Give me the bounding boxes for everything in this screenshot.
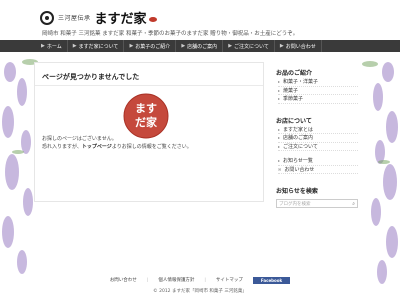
sidebar-item-label: お知らせ一覧 [283, 158, 313, 165]
bullet-icon: ▸ [278, 158, 281, 164]
instruction-prefix: 恐れ入りますが、 [42, 144, 82, 150]
sidebar-item-yakigashi[interactable]: ▸ 焼菓子 [278, 87, 358, 95]
nav-item-orders[interactable]: ▶ ご注文について [223, 40, 275, 52]
main-content: ページが見つかりませんでした ます だ家 お探しのページはございません。 恐れ入… [34, 62, 264, 202]
top-page-link[interactable]: トップページ [82, 144, 112, 150]
bullet-icon: ▸ [278, 135, 281, 141]
family-crest-icon [40, 10, 54, 25]
arrow-icon: ▶ [41, 43, 45, 49]
sidebar-item-label: お問い合わせ [284, 166, 315, 173]
sidebar-item-news[interactable]: ▸ お知らせ一覧 [278, 157, 358, 166]
sidebar-item-label: 店舗のご案内 [283, 135, 314, 142]
site-header: 三河屋伝承 ますだ家 岡崎市 和菓子 三河銘菓 ますだ家 和菓子・季節のお菓子の… [0, 0, 400, 40]
facebook-button[interactable]: Facebook [252, 276, 291, 284]
arrow-icon: ▶ [228, 43, 233, 49]
bullet-icon: ▸ [278, 87, 281, 93]
site-logo[interactable]: 三河屋伝承 ますだ家 [40, 8, 157, 27]
search-icon[interactable]: ⌕ [352, 201, 355, 207]
title-divider [35, 85, 263, 86]
nav-item-label: お菓子のご紹介 [135, 43, 171, 50]
nav-item-home[interactable]: ▶ ホーム [36, 40, 68, 52]
logo-subtitle: 三河屋伝承 [58, 15, 91, 22]
sidebar-item-contact[interactable]: ✉ お問い合わせ [278, 166, 358, 174]
nav-item-label: お問い合わせ [285, 43, 316, 50]
sidebar-item-label: 和菓子・洋菓子 [283, 79, 319, 86]
bullet-icon: ▸ [278, 143, 281, 149]
nav-item-products[interactable]: ▶ お菓子のご紹介 [124, 40, 177, 52]
nav-item-stores[interactable]: ▶ 店舗のご案内 [176, 40, 224, 52]
nav-item-label: ホーム [46, 43, 62, 50]
sidebar-item-label: ご注文について [283, 143, 318, 150]
nav-item-label: 店舗のご案内 [187, 43, 218, 50]
sidebar-store-heading: お店について [276, 117, 312, 125]
nav-item-label: ご注文について [234, 43, 269, 50]
sidebar-item-label: 焼菓子 [283, 87, 299, 94]
svg-text:だ家: だ家 [135, 115, 158, 129]
sidebar-item-orders[interactable]: ▸ ご注文について [278, 143, 358, 151]
sidebar-item-stores[interactable]: ▸ 店舗のご案内 [278, 134, 358, 143]
arrow-icon: ▶ [129, 43, 134, 49]
search-placeholder: ブログ内を検索 [279, 201, 311, 207]
footer-separator: | [146, 277, 149, 283]
arrow-icon: ▶ [181, 43, 186, 49]
sidebar-item-label: 季節菓子 [283, 96, 304, 103]
nav-item-about[interactable]: ▶ ますだ家について [68, 40, 125, 52]
footer-link-privacy[interactable]: 個人情報保護方針 [158, 277, 194, 283]
logo-red-mark-icon [148, 17, 157, 22]
svg-text:ます: ます [135, 102, 157, 115]
bullet-icon: ▸ [278, 126, 281, 132]
copyright-text: © 2012 ますだ家「岡崎市 和菓子 三河銘菓」 [153, 289, 247, 294]
page-title: ページが見つかりませんでした [42, 73, 140, 81]
masudaya-stamp-logo: ます だ家 [123, 93, 169, 139]
blog-search-input[interactable]: ブログ内を検索 ⌕ [276, 199, 358, 208]
sidebar-misc-list: ▸ お知らせ一覧 ✉ お問い合わせ [278, 157, 362, 174]
footer-link-contact[interactable]: お問い合わせ [110, 277, 137, 283]
logo-title: ますだ家 [94, 12, 147, 27]
sidebar-item-about[interactable]: ▸ ますだ家とは [278, 126, 358, 134]
footer-links: お問い合わせ | 個人情報保護方針 | サイトマップ Facebook [0, 276, 400, 284]
main-nav: ▶ ホーム ▶ ますだ家について ▶ お菓子のご紹介 ▶ 店舗のご案内 ▶ ご注… [0, 40, 400, 52]
instruction-suffix: よりお探しの情報をご覧ください。 [111, 144, 192, 150]
sidebar-item-wagashi[interactable]: ▸ 和菓子・洋菓子 [278, 78, 358, 87]
bullet-icon: ▸ [278, 96, 281, 102]
sidebar-products-list: ▸ 和菓子・洋菓子 ▸ 焼菓子 ▸ 季節菓子 [278, 78, 362, 104]
nav-item-contact[interactable]: ▶ お問い合わせ [275, 40, 322, 52]
facebook-label: Facebook [260, 277, 283, 283]
arrow-icon: ▶ [72, 43, 77, 49]
not-found-message: お探しのページはございません。 [42, 136, 117, 142]
footer-separator: | [204, 277, 206, 283]
sidebar-search-heading: お知らせを検索 [276, 188, 318, 195]
sidebar-products-heading: お品のご紹介 [276, 70, 313, 77]
site-tagline: 岡崎市 和菓子 三河銘菓 ますだ家 和菓子・季節のお菓子のますだ家 贈り物・御祝… [42, 31, 299, 37]
mail-icon: ✉ [278, 166, 282, 172]
sidebar: お品のご紹介 ▸ 和菓子・洋菓子 ▸ 焼菓子 ▸ 季節菓子 お店について ▸ ますだ家と… [272, 62, 362, 242]
sidebar-item-seasonal[interactable]: ▸ 季節菓子 [278, 95, 358, 104]
sidebar-item-label: ますだ家とは [283, 126, 314, 133]
footer-link-sitemap[interactable]: サイトマップ [216, 277, 243, 283]
arrow-icon: ▶ [279, 43, 284, 49]
sidebar-store-list: ▸ ますだ家とは ▸ 店舗のご案内 ▸ ご注文について [278, 126, 362, 151]
not-found-instruction: 恐れ入りますが、トップページよりお探しの情報をご覧ください。 [42, 143, 192, 150]
bullet-icon: ▸ [278, 79, 281, 85]
nav-item-label: ますだ家について [78, 43, 119, 50]
